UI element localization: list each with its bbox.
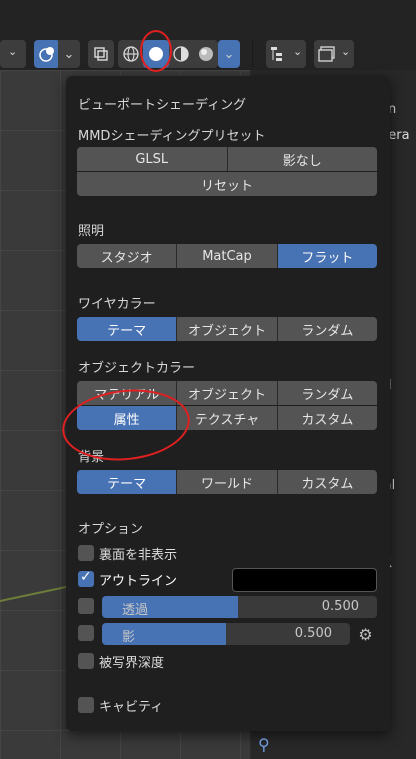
- shadow-value: 0.500: [294, 626, 332, 641]
- dof-checkbox[interactable]: [78, 653, 94, 669]
- reset-button[interactable]: リセット: [77, 172, 377, 196]
- wire-object-button[interactable]: オブジェクト: [177, 317, 278, 341]
- glsl-button[interactable]: GLSL: [77, 147, 228, 171]
- lighting-matcap-button[interactable]: MatCap: [177, 244, 278, 268]
- transparency-value: 0.500: [321, 599, 359, 614]
- outline-color-swatch[interactable]: [232, 568, 377, 592]
- chevron-down-icon: ⌄: [293, 45, 303, 58]
- outliner-filter-icon[interactable]: ⌄: [266, 40, 306, 68]
- rendered-shading-icon[interactable]: [193, 40, 219, 68]
- backface-checkbox[interactable]: [78, 545, 94, 561]
- outline-label: アウトライン: [99, 574, 178, 589]
- object-color-title: オブジェクトカラー: [78, 361, 196, 376]
- transparency-label: 透過: [122, 603, 149, 618]
- annotation-circle-shading: [140, 30, 172, 72]
- overlay-dropdown-chevron-icon[interactable]: ⌄: [58, 40, 80, 68]
- lighting-title: 照明: [78, 224, 105, 239]
- slider-fill: [102, 623, 226, 645]
- cavity-label: キャビティ: [99, 700, 164, 715]
- xray-icon[interactable]: [88, 40, 114, 68]
- lighting-studio-button[interactable]: スタジオ: [77, 244, 178, 268]
- checkmark-icon: ✓: [80, 569, 92, 585]
- chevron-down-icon: ⌄: [341, 45, 351, 58]
- mode-dropdown[interactable]: ⌄: [0, 40, 26, 68]
- color-custom-button[interactable]: カスタム: [277, 406, 377, 430]
- bg-world-button[interactable]: ワールド: [177, 470, 278, 494]
- transparency-checkbox[interactable]: [78, 598, 94, 614]
- options-title: オプション: [78, 522, 144, 537]
- popover-title: ビューポートシェーディング: [78, 98, 247, 113]
- wire-random-button[interactable]: ランダム: [277, 317, 377, 341]
- physics-icon[interactable]: ⚲: [258, 735, 270, 754]
- bg-theme-button[interactable]: テーマ: [77, 470, 178, 494]
- lighting-flat-button[interactable]: フラット: [277, 244, 377, 268]
- shadow-slider[interactable]: 影 0.500: [102, 623, 350, 645]
- mmd-preset-title: MMDシェーディングプリセット: [78, 129, 266, 144]
- color-object-button[interactable]: オブジェクト: [177, 381, 278, 405]
- wire-color-title: ワイヤカラー: [78, 297, 156, 312]
- viewport-header: ⌄ ⌄ ⌄ ⌄ ⌄: [0, 0, 416, 70]
- gear-icon[interactable]: ⚙: [354, 623, 377, 645]
- material-shading-icon[interactable]: [168, 40, 194, 68]
- cavity-checkbox[interactable]: [78, 697, 94, 713]
- bg-custom-button[interactable]: カスタム: [277, 470, 377, 494]
- no-shadow-button[interactable]: 影なし: [227, 147, 377, 171]
- shading-popover-chevron-icon[interactable]: ⌄: [218, 40, 240, 68]
- transparency-slider[interactable]: 透過 0.500: [102, 596, 377, 618]
- backface-label: 裏面を非表示: [99, 548, 178, 563]
- wire-theme-button[interactable]: テーマ: [77, 317, 178, 341]
- shadow-label: 影: [122, 630, 136, 645]
- color-texture-button[interactable]: テクスチャ: [177, 406, 278, 430]
- display-mode-icon[interactable]: ⌄: [314, 40, 354, 68]
- shadow-checkbox[interactable]: [78, 625, 94, 641]
- outline-checkbox[interactable]: ✓: [78, 569, 94, 587]
- chevron-down-icon: ⌄: [8, 45, 18, 58]
- color-random-button[interactable]: ランダム: [277, 381, 377, 405]
- dof-label: 被写界深度: [99, 656, 165, 671]
- overlay-icon[interactable]: [34, 40, 60, 68]
